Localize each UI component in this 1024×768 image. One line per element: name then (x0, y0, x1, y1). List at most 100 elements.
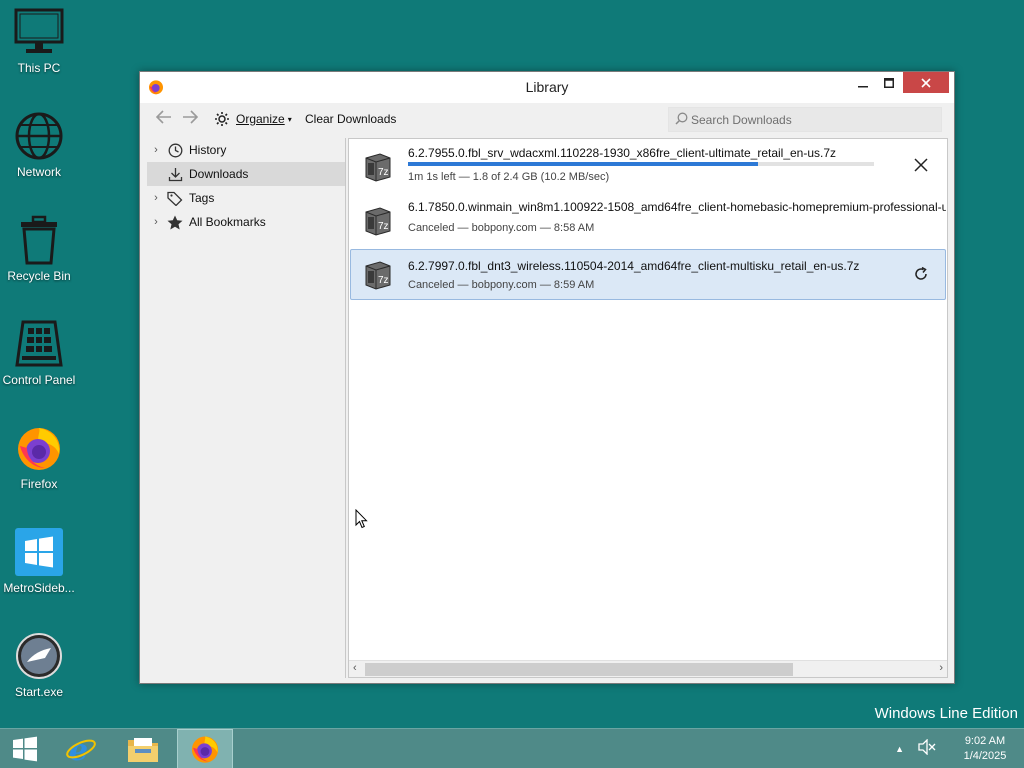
chevron-right-icon[interactable]: › (147, 192, 165, 204)
svg-text:e: e (69, 733, 88, 765)
computer-icon (13, 6, 65, 58)
start-button[interactable] (0, 729, 50, 768)
sidebar-item-label: All Bookmarks (189, 215, 266, 229)
library-sidebar: › History Downloads › Tags › All Bookmar… (147, 138, 346, 678)
start-orb-icon (13, 630, 65, 682)
clear-downloads-button[interactable]: Clear Downloads (305, 112, 396, 126)
horizontal-scrollbar[interactable]: ‹ › (349, 660, 947, 677)
taskbar-firefox[interactable] (177, 729, 233, 768)
search-icon (675, 112, 688, 128)
download-filename: 6.1.7850.0.winmain_win8m1.100922-1508_am… (408, 200, 946, 214)
desktop-icon-firefox[interactable]: Firefox (0, 422, 78, 491)
retry-icon (915, 266, 927, 280)
archive-7z-icon: 7z (362, 205, 394, 242)
taskbar-clock[interactable]: 9:02 AM 1/4/2025 (954, 734, 1016, 764)
speaker-muted-icon[interactable] (918, 737, 936, 760)
desktop-icon-recycle-bin[interactable]: Recycle Bin (0, 214, 78, 283)
scroll-left-icon[interactable]: ‹ (353, 662, 357, 674)
forward-button[interactable] (182, 109, 199, 129)
archive-7z-icon: 7z (362, 151, 394, 188)
recycle-bin-icon (13, 214, 65, 266)
back-button[interactable] (155, 109, 172, 129)
desktop-icon-network[interactable]: Network (0, 110, 78, 179)
search-placeholder: Search Downloads (691, 113, 792, 127)
library-window: Library Organize ▾ Clear Downloads Searc… (139, 71, 955, 684)
firefox-icon (13, 422, 65, 474)
clock-icon (165, 143, 185, 158)
dropdown-arrow-icon: ▾ (287, 114, 292, 124)
taskbar: e ▲ 9:02 AM 1/4/2025 (0, 728, 1024, 768)
library-toolbar: Organize ▾ Clear Downloads Search Downlo… (140, 103, 954, 135)
clock-date: 1/4/2025 (963, 750, 1007, 762)
sidebar-item-downloads[interactable]: Downloads (147, 162, 345, 186)
maximize-icon (884, 77, 894, 88)
back-arrow-icon (155, 110, 171, 124)
scroll-right-icon[interactable]: › (939, 662, 943, 674)
desktop-icon-metrosidebar[interactable]: MetroSideb... (0, 526, 78, 595)
downloads-list: 7z 6.2.7955.0.fbl_srv_wdacxml.110228-193… (348, 138, 948, 678)
clock-time: 9:02 AM (964, 735, 1006, 747)
search-downloads-input[interactable]: Search Downloads (668, 107, 942, 132)
download-status: 1m 1s left — 1.8 of 2.4 GB (10.2 MB/sec) (408, 171, 610, 183)
firefox-icon (191, 736, 219, 763)
maximize-button[interactable] (874, 72, 904, 93)
globe-icon (13, 110, 65, 162)
mouse-cursor-icon (355, 508, 368, 534)
tag-icon (165, 191, 185, 206)
internet-explorer-icon: e (66, 733, 96, 765)
download-item[interactable]: 7z 6.1.7850.0.winmain_win8m1.100922-1508… (350, 195, 946, 246)
desktop-icon-start-exe[interactable]: Start.exe (0, 630, 78, 699)
control-panel-icon (13, 318, 65, 370)
forward-arrow-icon (183, 110, 199, 124)
scrollbar-thumb[interactable] (365, 663, 793, 676)
desktop-icon-label: Control Panel (2, 373, 76, 387)
edition-watermark: Windows Line Edition (874, 705, 1018, 722)
desktop-icon-control-panel[interactable]: Control Panel (0, 318, 78, 387)
svg-text:7z: 7z (378, 275, 389, 286)
archive-7z-icon: 7z (362, 259, 394, 296)
windows-tiles-icon (13, 526, 65, 578)
desktop-icon-label: Recycle Bin (7, 269, 71, 283)
close-icon (921, 77, 931, 88)
close-button[interactable] (903, 72, 949, 93)
organize-button[interactable]: Organize ▾ (214, 111, 292, 127)
desktop-icon-this-pc[interactable]: This PC (0, 6, 78, 75)
sidebar-item-all-bookmarks[interactable]: › All Bookmarks (147, 210, 345, 234)
sidebar-item-tags[interactable]: › Tags (147, 186, 345, 210)
gear-icon (215, 112, 229, 126)
desktop-icon-label: Network (16, 165, 61, 179)
download-status: Canceled — bobpony.com — 8:59 AM (408, 279, 595, 291)
star-icon (165, 215, 185, 230)
desktop-icon-label: Firefox (20, 477, 58, 491)
sidebar-item-history[interactable]: › History (147, 138, 345, 162)
svg-text:7z: 7z (378, 221, 389, 232)
download-status: Canceled — bobpony.com — 8:58 AM (408, 222, 595, 234)
minimize-icon (858, 85, 868, 87)
download-icon (165, 167, 185, 182)
chevron-right-icon[interactable]: › (147, 216, 165, 228)
sidebar-item-label: Downloads (189, 167, 249, 181)
download-filename: 6.2.7997.0.fbl_dnt3_wireless.110504-2014… (408, 259, 860, 273)
title-bar[interactable]: Library (140, 72, 954, 103)
cancel-download-button[interactable] (910, 154, 932, 176)
taskbar-internet-explorer[interactable]: e (53, 729, 109, 768)
desktop-icon-label: This PC (17, 61, 61, 75)
organize-label: Organize (236, 112, 285, 126)
show-hidden-icons-icon[interactable]: ▲ (895, 744, 904, 754)
chevron-right-icon[interactable]: › (147, 144, 165, 156)
download-progress-bar (408, 162, 874, 166)
sidebar-item-label: History (189, 143, 227, 157)
folder-icon (128, 738, 158, 762)
system-tray: ▲ 9:02 AM 1/4/2025 (895, 729, 1024, 768)
retry-download-button[interactable] (910, 263, 932, 285)
download-filename: 6.2.7955.0.fbl_srv_wdacxml.110228-1930_x… (408, 146, 837, 160)
window-title: Library (525, 79, 569, 95)
svg-text:7z: 7z (378, 167, 389, 178)
desktop-icon-label: Start.exe (14, 685, 64, 699)
desktop-icon-label: MetroSideb... (3, 581, 75, 595)
download-item-selected[interactable]: 7z 6.2.7997.0.fbl_dnt3_wireless.110504-2… (350, 249, 946, 300)
download-item[interactable]: 7z 6.2.7955.0.fbl_srv_wdacxml.110228-193… (350, 141, 946, 192)
download-progress-fill (408, 162, 758, 166)
taskbar-file-explorer[interactable] (115, 729, 171, 768)
windows-logo-icon (13, 736, 37, 762)
